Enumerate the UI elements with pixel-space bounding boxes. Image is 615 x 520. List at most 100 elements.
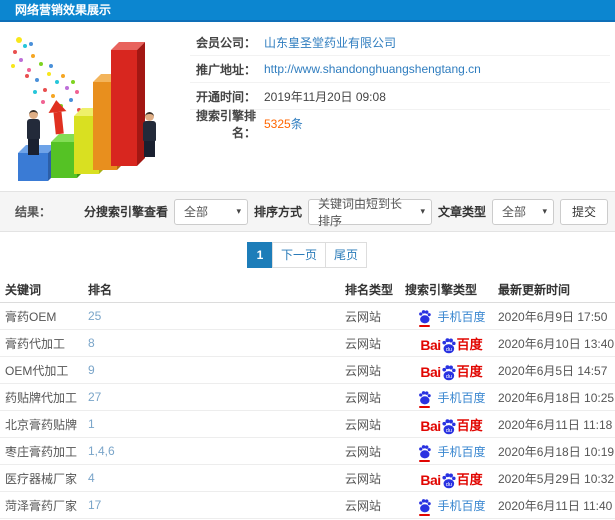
article-type-selected: 全部 (502, 205, 527, 219)
open-time-label: 开通时间： (195, 89, 256, 104)
red-underline (419, 513, 431, 516)
company-link[interactable]: 山东皇圣堂药业有限公司 (264, 34, 396, 51)
table-row: 药贴牌代加工 27 云网站 手机百度 2020年6月18日 10:25 (0, 384, 615, 411)
chevron-down-icon: ▾ (236, 206, 241, 216)
filter-controls: 分搜索引擎查看 全部 ▾ 排序方式 关键词由短到长排序 ▾ 文章类型 全部 ▾ … (83, 197, 608, 228)
rank-type-cell: 云网站 (345, 309, 382, 324)
rank-link[interactable]: 1,4,6 (88, 444, 345, 458)
promo-url-link[interactable]: http://www.shandonghuangshengtang.cn (264, 62, 481, 76)
table-row: 枣庄膏药加工 1,4,6 云网站 手机百度 2020年6月18日 10:19 (0, 438, 615, 465)
submit-button[interactable]: 提交 (560, 198, 608, 225)
rank-link[interactable]: 1 (88, 417, 345, 431)
mobile-baidu-logo: 手机百度 (417, 389, 486, 408)
engine-view-select[interactable]: 全部 ▾ (173, 198, 248, 225)
rank-type-cell: 云网站 (345, 417, 382, 432)
page-1-button[interactable]: 1 (246, 242, 273, 268)
engine-view-selected: 全部 (183, 205, 208, 219)
result-label: 结果： (15, 205, 52, 219)
red-underline (419, 405, 431, 408)
chevron-down-icon: ▾ (420, 206, 425, 216)
engine-label: 手机百度 (437, 390, 486, 405)
table-row: 医疗器械厂家 4 云网站 Bai du 百度 2020年5月29日 10:32 (0, 465, 615, 492)
col-header-engine-type: 搜索引擎类型 (405, 283, 478, 297)
mobile-baidu-logo: 手机百度 (417, 497, 486, 516)
engine-cell: Bai du 百度 (405, 334, 498, 353)
article-type-select[interactable]: 全部 ▾ (492, 198, 554, 225)
chart-bar-red (111, 42, 145, 166)
baidu-logo-text: Bai (420, 336, 441, 353)
baidu-paw-icon (417, 309, 432, 327)
baidu-logo-cn: 百度 (456, 336, 483, 352)
baidu-paw-icon: du (440, 364, 457, 381)
updated-cell: 2020年6月10日 13:40 (498, 336, 615, 351)
rank-link[interactable]: 8 (88, 336, 345, 350)
rank-link[interactable]: 17 (88, 498, 345, 512)
baidu-paw-icon: du (440, 337, 457, 354)
updated-cell: 2020年6月18日 10:19 (498, 444, 615, 459)
info-row-url: 推广地址： http://www.shandonghuangshengtang.… (190, 56, 610, 83)
rank-link[interactable]: 25 (88, 309, 345, 323)
sort-select[interactable]: 关键词由短到长排序 ▾ (307, 197, 432, 228)
rank-link[interactable]: 4 (88, 471, 345, 485)
rank-type-cell: 云网站 (345, 498, 382, 513)
baidu-logo: Bai du 百度 (420, 361, 483, 381)
baidu-paw-icon: du (440, 472, 457, 489)
baidu-logo: Bai du 百度 (420, 469, 483, 489)
company-label: 会员公司： (195, 35, 256, 50)
sort-selected: 关键词由短到长排序 (317, 196, 402, 228)
engine-view-label: 分搜索引擎查看 (83, 205, 168, 219)
table-row: 北京膏药贴牌 1 云网站 Bai du 百度 2020年6月11日 11:18 (0, 411, 615, 438)
engine-cell: Bai du 百度 (405, 469, 498, 488)
rank-link[interactable]: 27 (88, 390, 345, 404)
page-title: 网络营销效果展示 (0, 0, 615, 22)
table-row: OEM代加工 9 云网站 Bai du 百度 2020年6月5日 14:57 (0, 357, 615, 384)
growth-chart-illustration (5, 30, 185, 188)
promo-url-label: 推广地址： (195, 62, 256, 77)
mobile-baidu-logo: 手机百度 (417, 443, 486, 462)
col-header-rank: 排名 (88, 283, 113, 297)
account-info-section: 会员公司： 山东皇圣堂药业有限公司 推广地址： http://www.shand… (0, 24, 615, 191)
table-row: 膏药代加工 8 云网站 Bai du 百度 2020年6月10日 13:40 (0, 330, 615, 357)
keyword-cell: 北京膏药贴牌 (5, 417, 78, 432)
updated-cell: 2020年6月9日 17:50 (498, 309, 608, 324)
keyword-cell: 枣庄膏药加工 (5, 444, 78, 459)
baidu-logo-text: Bai (420, 471, 441, 488)
table-header-row: 关键词 排名 排名类型 搜索引擎类型 最新更新时间 (0, 277, 615, 303)
keyword-cell: OEM代加工 (5, 363, 69, 378)
engine-cell: 手机百度 (405, 308, 498, 327)
businessman-left (27, 110, 40, 155)
baidu-paw-icon (417, 390, 432, 408)
updated-cell: 2020年5月29日 10:32 (498, 471, 615, 486)
rank-count-unit[interactable]: 条 (291, 117, 303, 131)
col-header-rank-type: 排名类型 (345, 283, 394, 297)
rank-link[interactable]: 9 (88, 363, 345, 377)
rank-count-value: 5325条 (264, 115, 303, 132)
red-underline (419, 324, 431, 327)
engine-label: 手机百度 (437, 498, 486, 513)
rank-type-cell: 云网站 (345, 471, 382, 486)
baidu-paw-icon (417, 444, 432, 462)
mobile-baidu-logo: 手机百度 (417, 308, 486, 327)
next-page-button[interactable]: 下一页 (271, 242, 326, 268)
account-info-list: 会员公司： 山东皇圣堂药业有限公司 推广地址： http://www.shand… (190, 29, 610, 140)
pagination: 1 下一页 尾页 (0, 242, 615, 268)
updated-cell: 2020年6月18日 10:25 (498, 390, 615, 405)
article-type-label: 文章类型 (437, 205, 486, 219)
baidu-logo: Bai du 百度 (420, 415, 483, 434)
last-page-button[interactable]: 尾页 (325, 242, 368, 268)
rank-type-cell: 云网站 (345, 444, 382, 459)
keyword-cell: 医疗器械厂家 (5, 471, 78, 486)
baidu-logo-cn: 百度 (456, 363, 483, 379)
keyword-cell: 菏泽膏药厂家 (5, 498, 78, 513)
keyword-cell: 药贴牌代加工 (5, 390, 78, 405)
baidu-logo: Bai du 百度 (420, 334, 483, 354)
svg-text:du: du (445, 481, 451, 487)
keyword-cell: 膏药OEM (5, 309, 57, 324)
baidu-paw-icon (417, 498, 432, 516)
updated-cell: 2020年6月5日 14:57 (498, 363, 608, 378)
rank-type-cell: 云网站 (345, 363, 382, 378)
businessman-right (143, 112, 156, 157)
engine-label: 手机百度 (437, 309, 486, 324)
table-row: 膏药OEM 25 云网站 手机百度 2020年6月9日 17:50 (0, 303, 615, 330)
engine-cell: 手机百度 (405, 389, 498, 408)
